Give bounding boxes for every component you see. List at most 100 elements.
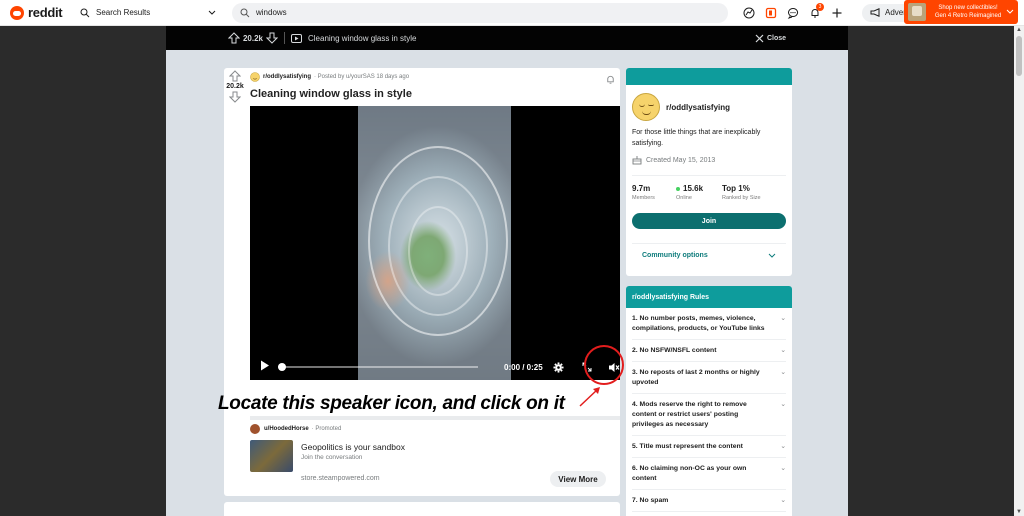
- community-options-label: Community options: [642, 252, 708, 259]
- ad-subline: Join the conversation: [301, 454, 363, 461]
- scroll-down-arrow-icon[interactable]: ▼: [1016, 509, 1022, 515]
- rule-text: 3. No reposts of last 2 months or highly…: [632, 369, 760, 386]
- plus-icon: [832, 8, 842, 17]
- glass-swirl: [408, 206, 468, 296]
- rule-item[interactable]: 7. No spam ⌄: [632, 490, 786, 512]
- overlay-vote-count: 20.2k: [242, 33, 264, 43]
- chevron-down-icon: ⌄: [780, 465, 786, 472]
- online-dot-icon: [676, 186, 680, 191]
- brand-name: reddit: [28, 5, 63, 20]
- close-label: Close: [766, 34, 786, 42]
- notifications-button[interactable]: 3: [804, 2, 826, 24]
- stat-label: Members: [632, 195, 655, 201]
- overlay-vote-group: 20.2k: [228, 32, 278, 44]
- stat-label: Ranked by Size: [722, 195, 761, 201]
- community-stats: 9.7m Members 15.6k Online Top 1% Ranked …: [632, 184, 786, 201]
- coins-icon: [765, 7, 777, 18]
- post-overlay-bar: 20.2k Cleaning window glass in style Clo…: [166, 26, 848, 50]
- video-frame[interactable]: [358, 106, 511, 380]
- settings-button[interactable]: [553, 361, 564, 373]
- upvote-icon[interactable]: [228, 32, 240, 44]
- avatar[interactable]: [250, 424, 260, 434]
- stat-rank: Top 1% Ranked by Size: [722, 184, 786, 201]
- promo-text: Shop new collectibles! Gen 4 Retro Reima…: [930, 4, 1006, 20]
- subreddit-icon[interactable]: [632, 93, 660, 121]
- annotation-highlight-circle: [584, 345, 624, 385]
- community-rules-card: r/oddlysatisfying Rules 1. No number pos…: [626, 286, 792, 516]
- stat-value: Top 1%: [722, 184, 750, 193]
- rule-text: 1. No number posts, memes, violence, com…: [632, 315, 765, 332]
- video-progress-bar[interactable]: [278, 363, 478, 371]
- rule-item[interactable]: 4. Mods reserve the right to remove cont…: [632, 394, 786, 436]
- reddit-logo[interactable]: reddit: [10, 5, 70, 20]
- subreddit-icon[interactable]: [250, 72, 260, 82]
- chevron-down-icon: ⌄: [780, 347, 786, 354]
- gear-icon: [553, 361, 564, 373]
- stat-label: Online: [676, 195, 692, 201]
- avatar: [908, 3, 926, 21]
- megaphone-icon: [870, 8, 880, 17]
- video-player[interactable]: 0:00 / 0:25: [250, 106, 620, 380]
- community-name[interactable]: r/oddlysatisfying: [666, 103, 730, 112]
- search-input[interactable]: [256, 8, 696, 17]
- video-controls: 0:00 / 0:25: [250, 354, 620, 380]
- create-post-button[interactable]: [826, 2, 848, 24]
- stat-value: 9.7m: [632, 184, 651, 193]
- rule-item[interactable]: 3. No reposts of last 2 months or highly…: [632, 362, 786, 394]
- rule-text: 4. Mods reserve the right to remove cont…: [632, 401, 747, 428]
- chevron-down-icon: ⌄: [780, 315, 786, 322]
- trending-icon: [743, 7, 755, 18]
- chevron-down-icon: [768, 253, 776, 258]
- ad-meta: u/HoodedHorse · Promoted: [250, 424, 341, 434]
- chat-button[interactable]: [782, 2, 804, 24]
- context-dropdown[interactable]: Search Results: [80, 3, 222, 23]
- subreddit-link[interactable]: r/oddlysatisfying: [263, 74, 311, 80]
- chevron-down-icon: [1006, 9, 1014, 14]
- close-post-button[interactable]: Close: [755, 34, 786, 43]
- cake-icon: [632, 156, 642, 165]
- chevron-down-icon: ⌄: [780, 497, 786, 504]
- vote-column: 20.2k: [224, 70, 246, 103]
- popular-button[interactable]: [738, 2, 760, 24]
- follow-post-button[interactable]: [605, 72, 616, 90]
- promo-line-2: Gen 4 Retro Reimagined: [934, 13, 1002, 19]
- bell-icon: [607, 75, 614, 84]
- video-post-icon: [291, 33, 302, 43]
- scrollbar[interactable]: ▲ ▼: [1014, 26, 1024, 516]
- notification-badge: 3: [816, 2, 824, 11]
- downvote-icon[interactable]: [266, 32, 278, 44]
- rule-item[interactable]: 2. No NSFW/NSFL content ⌄: [632, 340, 786, 362]
- premium-button[interactable]: [760, 2, 782, 24]
- search-bar[interactable]: [232, 2, 728, 23]
- overlay-post-title: Cleaning window glass in style: [308, 33, 417, 43]
- chat-icon: [787, 7, 799, 19]
- play-icon: [261, 360, 269, 371]
- play-button[interactable]: [260, 358, 270, 376]
- collectibles-promo-button[interactable]: Shop new collectibles! Gen 4 Retro Reima…: [904, 0, 1018, 24]
- progress-knob[interactable]: [278, 363, 286, 371]
- rule-item[interactable]: 6. No claiming non-OC as your own conten…: [632, 458, 786, 490]
- ad-domain[interactable]: store.steampowered.com: [301, 475, 380, 482]
- ad-user-link[interactable]: u/HoodedHorse: [264, 426, 309, 432]
- about-community-card: r/oddlysatisfying For those little thing…: [626, 68, 792, 276]
- next-post-card: [224, 502, 620, 516]
- upvote-icon[interactable]: [229, 70, 241, 82]
- rule-text: 2. No NSFW/NSFL content: [632, 347, 717, 354]
- chevron-down-icon: ⌄: [780, 401, 786, 408]
- scroll-thumb[interactable]: [1016, 36, 1022, 76]
- ad-headline[interactable]: Geopolitics is your sandbox: [301, 442, 405, 452]
- rule-text: 6. No claiming non-OC as your own conten…: [632, 465, 747, 482]
- stat-value: 15.6k: [683, 184, 704, 193]
- view-more-button[interactable]: View More: [550, 471, 606, 487]
- ad-thumbnail[interactable]: [250, 440, 293, 472]
- chevron-down-icon: ⌄: [780, 369, 786, 376]
- rule-item[interactable]: 1. No number posts, memes, violence, com…: [632, 308, 786, 340]
- downvote-icon[interactable]: [229, 91, 241, 103]
- join-button[interactable]: Join: [632, 213, 786, 229]
- rule-item[interactable]: 5. Title must represent the content ⌄: [632, 436, 786, 458]
- rules-title: r/oddlysatisfying Rules: [626, 286, 792, 308]
- top-header: reddit Search Results 3 Advertise: [0, 0, 1024, 26]
- community-options-toggle[interactable]: Community options: [632, 243, 786, 259]
- chevron-down-icon: ⌄: [780, 443, 786, 450]
- scroll-up-arrow-icon[interactable]: ▲: [1016, 27, 1022, 33]
